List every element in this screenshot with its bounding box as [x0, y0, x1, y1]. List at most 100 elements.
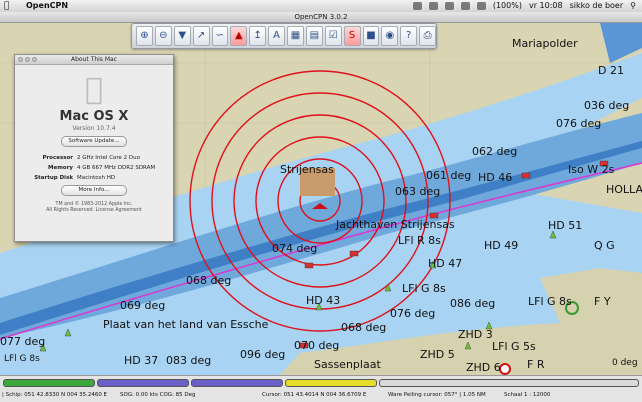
about-titlebar[interactable]: About This Mac	[15, 55, 173, 65]
chart-label: F R	[527, 358, 545, 371]
chart-label: 0 deg	[612, 358, 638, 368]
bluetooth-icon[interactable]	[428, 2, 438, 10]
chart-label: HOLLA	[606, 183, 642, 196]
main-toolbar: ⊕ ⊖ ▼ ↗ ∽ ▲ ↥ A ▦ ▤ ☑ S ■ ◉ ? ⎙	[131, 23, 437, 49]
chart-label: HD 43	[306, 294, 341, 307]
man-overboard-icon[interactable]: ▲	[230, 26, 248, 46]
chart-label: Strijensas	[280, 163, 334, 176]
chart-label: Sassenplaat	[314, 358, 381, 371]
chart-quilt-segment[interactable]	[379, 379, 639, 387]
cursor-bearing: Ware Peiling cursor: 057° | 1.05 NM	[388, 392, 486, 398]
zoom-in-icon[interactable]: ⊕	[136, 26, 153, 46]
window-titlebar: OpenCPN 3.0.2	[0, 12, 642, 23]
layers-icon[interactable]: ▦	[287, 26, 304, 46]
battery-level: (100%)	[492, 1, 522, 10]
memory-row: Memory 4 GB 667 MHz DDR2 SDRAM	[15, 165, 173, 171]
battery-icon[interactable]	[476, 2, 486, 10]
lifebuoy-icon[interactable]: ◉	[381, 26, 399, 46]
chart-label: 063 deg	[395, 185, 441, 198]
chart-label: 036 deg	[584, 99, 630, 112]
copyright: TM and © 1983-2012 Apple Inc. All Rights…	[15, 202, 173, 214]
chart-label: ZHD 5	[420, 348, 455, 361]
apple-logo-icon: 	[15, 75, 173, 105]
chart-label: Q G	[594, 239, 615, 252]
chart-label: Jachthaven Strijensas	[336, 218, 455, 231]
chart-label: F Y	[594, 295, 611, 308]
text-icon[interactable]: A	[268, 26, 285, 46]
chart-label: 074 deg	[272, 242, 318, 255]
chart-label: Plaat van het land van Essche	[103, 318, 269, 331]
chart-quilt-segment[interactable]	[3, 379, 95, 387]
chart-label: 086 deg	[450, 297, 496, 310]
sog-cog: SOG: 0.00 kts COG: 85 Deg	[120, 392, 196, 398]
chart-label: HD 49	[484, 239, 519, 252]
chart-label: D 21	[598, 64, 624, 77]
chart-label: Iso W 2s	[568, 163, 615, 176]
chart-label: 076 deg	[390, 307, 436, 320]
chart-label: ZHD 6	[466, 361, 501, 374]
chart-label: 062 deg	[472, 145, 518, 158]
tide-icon[interactable]: ▤	[305, 26, 323, 46]
chart-label: 069 deg	[120, 299, 166, 312]
dropbox-icon[interactable]	[412, 2, 422, 10]
chart-quilt-segment[interactable]	[285, 379, 377, 387]
measure-icon[interactable]: ↥	[249, 26, 267, 46]
zoom-out-icon[interactable]: ⊖	[154, 26, 172, 46]
volume-icon[interactable]	[460, 2, 470, 10]
chart-bar[interactable]	[3, 379, 639, 387]
chart-label: HD 47	[428, 257, 463, 270]
wifi-icon[interactable]	[444, 2, 454, 10]
chart-label: 096 deg	[240, 348, 286, 361]
route-icon[interactable]: ↗	[192, 26, 210, 46]
chart-label: 077 deg	[0, 335, 46, 348]
chart-scale: Schaal 1 : 12000	[504, 392, 551, 398]
more-info-button[interactable]: More Info...	[61, 185, 127, 196]
chart-quilt-segment[interactable]	[191, 379, 283, 387]
clock[interactable]: vr 10:08	[529, 0, 563, 12]
os-version: Version 10.7.4	[15, 125, 173, 132]
print-icon[interactable]: ⎙	[419, 26, 436, 46]
window-controls	[18, 57, 37, 62]
status-bar: | Schip: 051 42.8330 N 004 35.2460 E SOG…	[0, 375, 642, 402]
chart-label: LFl G 8s	[402, 282, 446, 295]
ais-icon[interactable]: S	[343, 26, 361, 46]
chart-label: LFl G 5s	[492, 340, 536, 353]
close-icon[interactable]	[18, 57, 23, 62]
chart-label: LFl R 8s	[398, 234, 441, 247]
about-title: About This Mac	[71, 56, 117, 63]
chart-label: 068 deg	[186, 274, 232, 287]
startup-disk-row: Startup Disk Macintosh HD	[15, 175, 173, 181]
menu-extras: (100%) vr 10:08 sikko de boer ⚲	[412, 0, 636, 12]
track-icon[interactable]: ∽	[211, 26, 229, 46]
zoom-icon[interactable]	[32, 57, 37, 62]
user-menu[interactable]: sikko de boer	[570, 0, 624, 12]
ship-position: | Schip: 051 42.8330 N 004 35.2460 E	[2, 392, 108, 398]
chart-label: HD 37	[124, 354, 159, 367]
chart-quilt-segment[interactable]	[97, 379, 189, 387]
apple-menu-icon[interactable]: 	[4, 0, 9, 12]
chart-label: 083 deg	[166, 354, 212, 367]
cursor-position: Cursor: 051 43.4014 N 004 36.6709 E	[262, 392, 367, 398]
settings-icon[interactable]: ☑	[324, 26, 342, 46]
chart-label: 061 deg	[426, 169, 472, 182]
chart-label: Mariapolder	[512, 37, 578, 50]
minimize-icon[interactable]	[25, 57, 30, 62]
course-up-icon[interactable]: ▼	[173, 26, 191, 46]
chart-label: LFl G 8s	[528, 295, 572, 308]
about-this-mac-window[interactable]: About This Mac  Mac OS X Version 10.7.4…	[14, 54, 174, 242]
drop-mark-icon[interactable]: ■	[362, 26, 380, 46]
software-update-button[interactable]: Software Update...	[61, 136, 127, 147]
status-fields: | Schip: 051 42.8330 N 004 35.2460 E SOG…	[0, 390, 642, 401]
chart-label: HD 51	[548, 219, 583, 232]
chart-label: ZHD 3	[458, 328, 493, 341]
chart-label: 076 deg	[556, 117, 602, 130]
processor-row: Processor 2 GHz Intel Core 2 Duo	[15, 155, 173, 161]
chart-label: 068 deg	[341, 321, 387, 334]
spotlight-icon[interactable]: ⚲	[630, 0, 636, 12]
chart-label: HD 46	[478, 171, 513, 184]
chart-label: 070 deg	[294, 339, 340, 352]
help-icon[interactable]: ?	[400, 26, 418, 46]
app-menu[interactable]: OpenCPN	[26, 0, 68, 12]
window-title: OpenCPN 3.0.2	[294, 13, 348, 21]
chart-label: LFl G 8s	[4, 354, 40, 364]
